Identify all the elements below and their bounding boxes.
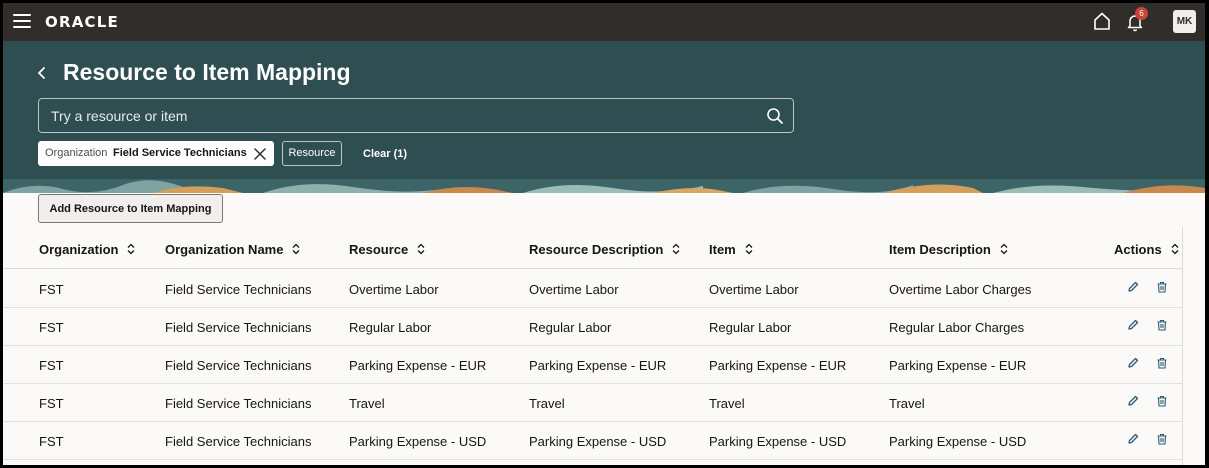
home-icon[interactable] [1092, 11, 1112, 31]
sort-icon [1000, 243, 1008, 255]
sort-icon [1171, 243, 1179, 255]
close-icon[interactable] [253, 147, 267, 161]
cell-item: Parking Expense - EUR [709, 358, 847, 373]
cell-resource: Parking Expense - USD [349, 434, 487, 449]
edit-icon[interactable] [1127, 395, 1139, 407]
content-area: Add Resource to Item Mapping Organizatio… [3, 193, 1205, 465]
delete-icon[interactable] [1156, 319, 1168, 331]
banner-decoration [3, 179, 1205, 193]
cell-item: Travel [709, 396, 745, 411]
table-row[interactable]: FST Field Service Technicians Parking Ex… [3, 422, 1182, 460]
cell-resource: Travel [349, 396, 385, 411]
table-row[interactable]: FST Field Service Technicians Travel Tra… [3, 384, 1182, 422]
column-header-item[interactable]: Item [709, 242, 753, 257]
cell-resource-description: Parking Expense - USD [529, 434, 667, 449]
notifications-button[interactable]: 6 [1125, 7, 1149, 34]
cell-item-description: Parking Expense - EUR [889, 358, 1027, 373]
delete-icon[interactable] [1156, 357, 1168, 369]
delete-icon[interactable] [1156, 433, 1168, 445]
edit-icon[interactable] [1127, 357, 1139, 369]
column-header-item-description[interactable]: Item Description [889, 242, 1008, 257]
cell-resource: Regular Labor [349, 320, 432, 335]
sort-icon [672, 243, 680, 255]
cell-resource-description: Regular Labor [529, 320, 612, 335]
filter-chip-label: Organization [45, 147, 108, 159]
table-header: Organization Organization Name Resource … [3, 229, 1182, 269]
cell-item-description: Regular Labor Charges [889, 320, 1025, 335]
cell-organization-name: Field Service Technicians [165, 396, 312, 411]
add-mapping-button[interactable]: Add Resource to Item Mapping [38, 194, 223, 223]
back-icon[interactable] [35, 62, 49, 84]
search-input[interactable] [51, 107, 731, 125]
column-header-actions[interactable]: Actions [1114, 242, 1179, 257]
edit-icon[interactable] [1127, 433, 1139, 445]
cell-organization-name: Field Service Technicians [165, 282, 312, 297]
search-icon[interactable] [766, 107, 784, 125]
cell-resource-description: Overtime Labor [529, 282, 619, 297]
column-header-organization[interactable]: Organization [39, 242, 135, 257]
sort-icon [745, 243, 753, 255]
sort-icon [417, 243, 425, 255]
search-field[interactable] [38, 98, 794, 133]
avatar[interactable]: MK [1173, 10, 1196, 33]
resource-filter-chip[interactable]: Resource [282, 141, 342, 166]
cell-resource: Overtime Labor [349, 282, 439, 297]
cell-item-description: Overtime Labor Charges [889, 282, 1032, 297]
cell-organization: FST [39, 434, 64, 449]
column-header-organization-name[interactable]: Organization Name [165, 242, 300, 257]
organization-filter-chip: Organization Field Service Technicians [38, 141, 274, 166]
column-header-resource[interactable]: Resource [349, 242, 425, 257]
page-header: Resource to Item Mapping Organization Fi… [3, 41, 1205, 193]
cell-organization: FST [39, 358, 64, 373]
cell-organization-name: Field Service Technicians [165, 358, 312, 373]
cell-item: Overtime Labor [709, 282, 799, 297]
app-frame: ORACLE 6 MK Resource to Item Mapping O [3, 3, 1205, 465]
scrollbar-track [1182, 227, 1183, 465]
cell-organization: FST [39, 282, 64, 297]
hamburger-icon[interactable] [13, 13, 31, 29]
clear-filters-link[interactable]: Clear (1) [363, 148, 407, 160]
column-header-resource-description[interactable]: Resource Description [529, 242, 680, 257]
oracle-logo: ORACLE [45, 13, 119, 31]
filter-chip-value: Field Service Technicians [113, 147, 247, 159]
cell-organization-name: Field Service Technicians [165, 434, 312, 449]
edit-icon[interactable] [1127, 281, 1139, 293]
cell-organization-name: Field Service Technicians [165, 320, 312, 335]
sort-icon [293, 243, 300, 255]
sort-icon [127, 243, 135, 255]
cell-organization: FST [39, 396, 64, 411]
table-row[interactable]: FST Field Service Technicians Parking Ex… [3, 346, 1182, 384]
cell-item: Parking Expense - USD [709, 434, 847, 449]
cell-resource: Parking Expense - EUR [349, 358, 487, 373]
cell-item: Regular Labor [709, 320, 792, 335]
global-header: ORACLE 6 MK [3, 3, 1205, 41]
delete-icon[interactable] [1156, 395, 1168, 407]
cell-item-description: Parking Expense - USD [889, 434, 1027, 449]
cell-resource-description: Parking Expense - EUR [529, 358, 667, 373]
cell-organization: FST [39, 320, 64, 335]
table-row[interactable]: FST Field Service Technicians Regular La… [3, 308, 1182, 346]
edit-icon[interactable] [1127, 319, 1139, 331]
table-row[interactable]: FST Field Service Technicians Overtime L… [3, 270, 1182, 308]
cell-resource-description: Travel [529, 396, 565, 411]
cell-item-description: Travel [889, 396, 925, 411]
delete-icon[interactable] [1156, 281, 1168, 293]
page-title: Resource to Item Mapping [63, 59, 351, 85]
notification-badge: 6 [1135, 7, 1148, 20]
